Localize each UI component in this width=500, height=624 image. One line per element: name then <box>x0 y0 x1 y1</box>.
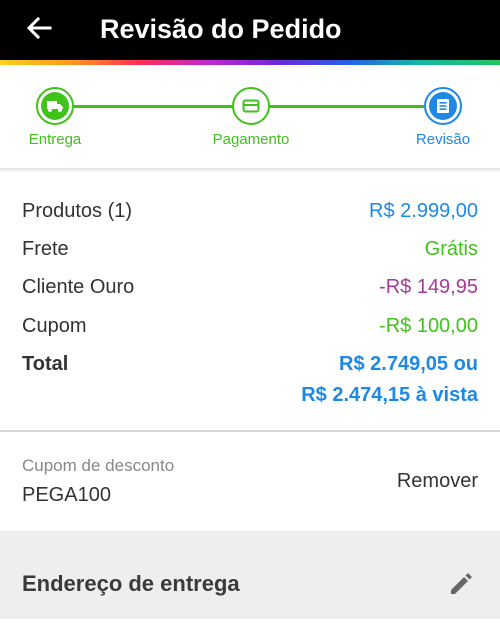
step-label-revisao[interactable]: Revisão <box>383 131 500 149</box>
address-card-edge <box>0 619 500 624</box>
products-value: R$ 2.999,00 <box>369 200 478 222</box>
pencil-icon <box>451 573 472 594</box>
list-icon <box>437 99 449 113</box>
coupon-caption: Cupom de desconto <box>22 456 175 475</box>
shipping-label: Frete <box>22 238 69 260</box>
step-revisao[interactable] <box>424 87 462 125</box>
coupon-box: Cupom de desconto PEGA100 Remover <box>0 432 500 531</box>
order-summary: Produtos (1) R$ 2.999,00 Frete Grátis Cl… <box>0 172 500 430</box>
checkout-stepper: Entrega Pagamento Revisão <box>0 65 500 168</box>
address-heading: Endereço de entrega <box>22 571 240 596</box>
step-connector <box>270 105 424 108</box>
step-connector <box>74 105 234 108</box>
app-bar: Revisão do Pedido <box>0 0 500 60</box>
summary-row-total: Total R$ 2.749,05 ou R$ 2.474,15 à vista <box>22 352 478 412</box>
page-title: Revisão do Pedido <box>100 14 342 44</box>
total-value-line2: R$ 2.474,15 à vista <box>301 384 478 406</box>
delivery-address-section: Endereço de entrega <box>0 531 500 624</box>
coupon-code: PEGA100 <box>22 484 111 506</box>
coupon-value: -R$ 100,00 <box>379 315 478 337</box>
coupon-label: Cupom <box>22 315 87 337</box>
step-label-pagamento[interactable]: Pagamento <box>191 131 311 149</box>
card-icon <box>242 99 260 113</box>
step-entrega[interactable] <box>36 87 74 125</box>
truck-icon <box>47 101 63 112</box>
edit-address-button[interactable] <box>446 569 476 599</box>
step-pagamento[interactable] <box>232 87 270 125</box>
total-label: Total <box>22 353 69 375</box>
gold-client-value: -R$ 149,95 <box>379 276 478 298</box>
shipping-value: Grátis <box>424 238 478 260</box>
total-value-line1: R$ 2.749,05 ou <box>339 353 478 375</box>
products-label: Produtos (1) <box>22 200 133 222</box>
remove-coupon-button[interactable]: Remover <box>397 470 478 493</box>
back-button[interactable] <box>22 10 62 46</box>
step-label-entrega[interactable]: Entrega <box>0 131 115 149</box>
arrow-left-icon <box>26 16 52 40</box>
gold-client-label: Cliente Ouro <box>22 276 135 298</box>
